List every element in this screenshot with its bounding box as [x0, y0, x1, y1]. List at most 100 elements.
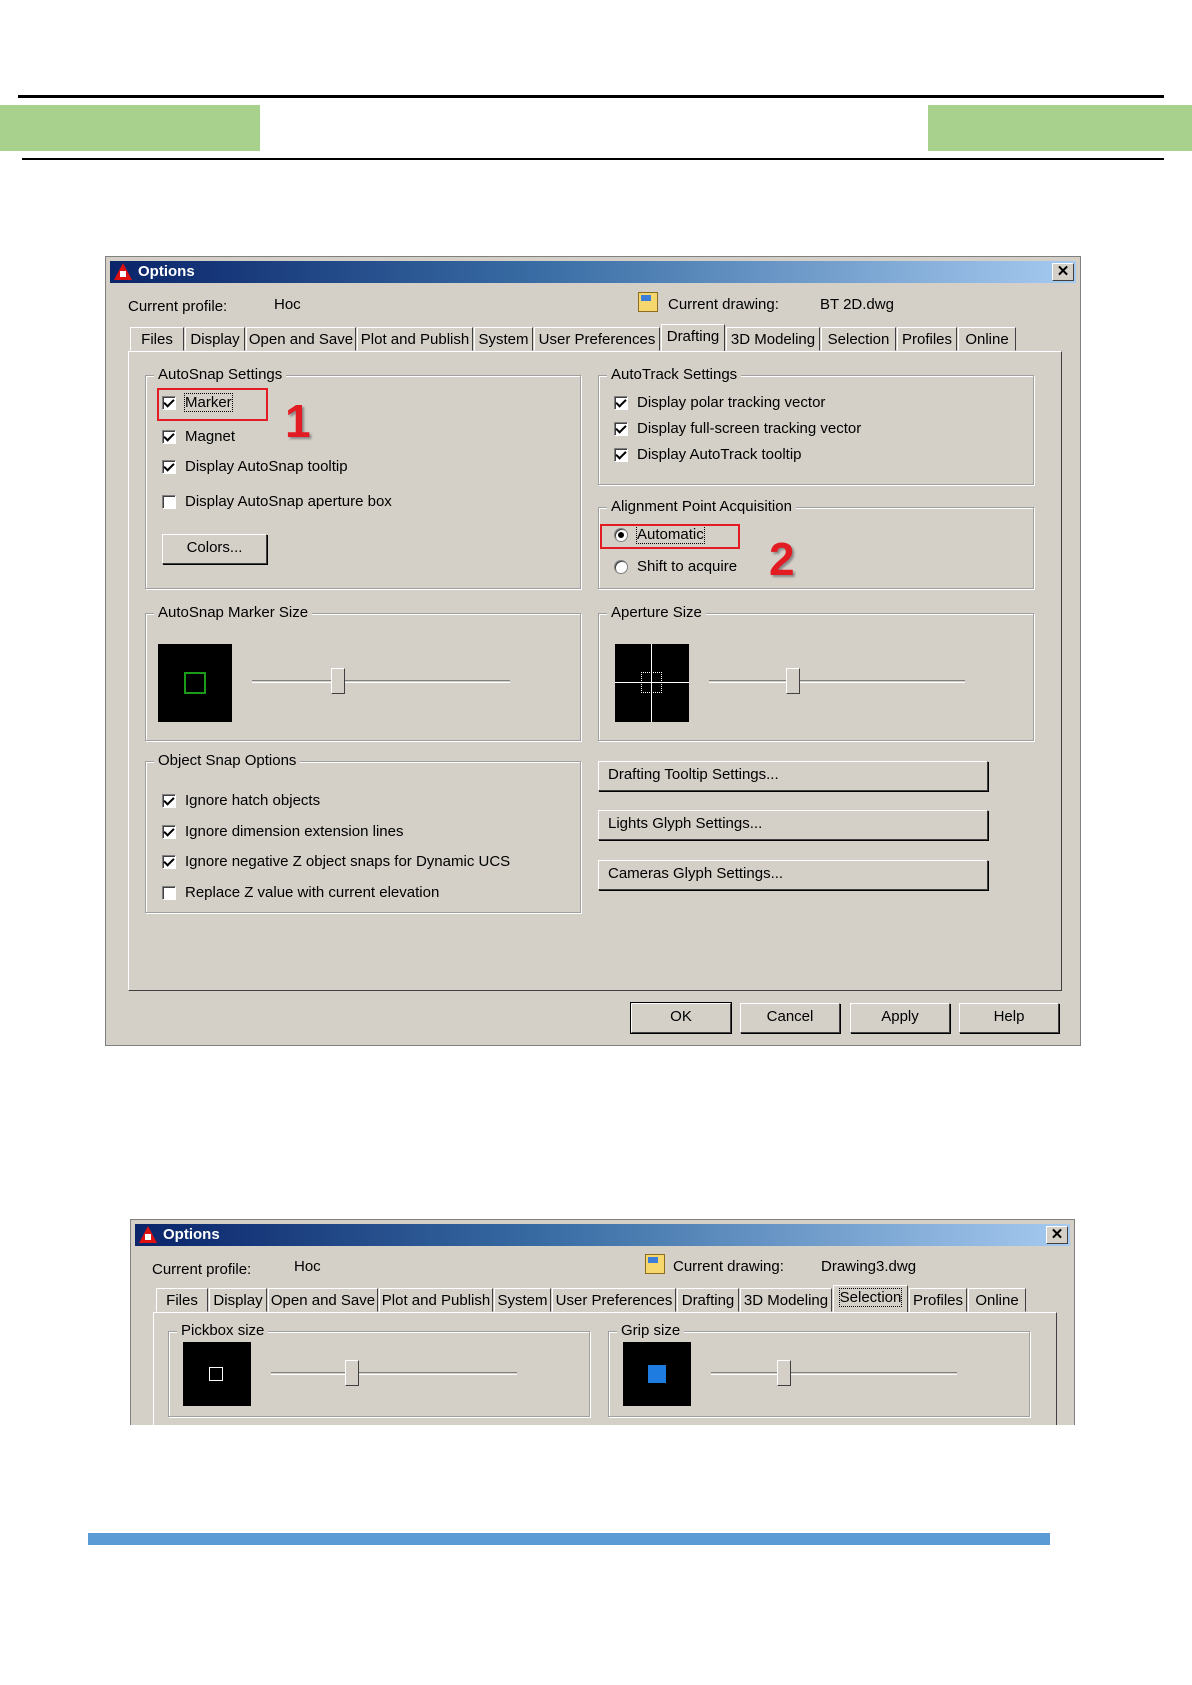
tab-open-and-save[interactable]: Open and Save: [246, 327, 356, 351]
annotation-number-1: 1: [285, 395, 311, 447]
current-drawing-label: Current drawing:: [668, 296, 779, 313]
close-icon: ✕: [1056, 263, 1070, 280]
dialog-title: Options: [138, 263, 195, 280]
options-tabs: Files Display Open and Save Plot and Pub…: [156, 1285, 1056, 1312]
magnet-checkbox[interactable]: Magnet: [162, 428, 235, 445]
pickbox-size-slider-track[interactable]: [271, 1372, 517, 1375]
autocad-app-icon: [139, 1226, 157, 1243]
cancel-button[interactable]: Cancel: [740, 1003, 840, 1033]
autocad-app-icon: [114, 263, 132, 280]
replace-z-checkbox[interactable]: Replace Z value with current elevation: [162, 884, 439, 901]
close-icon: ✕: [1050, 1226, 1064, 1243]
colors-button[interactable]: Colors...: [162, 534, 267, 564]
aperture-box-checkbox[interactable]: Display AutoSnap aperture box: [162, 493, 392, 510]
marker-size-slider-track[interactable]: [252, 680, 510, 683]
marker-square-icon: [184, 672, 206, 694]
tab-selection[interactable]: Selection: [833, 1285, 908, 1312]
options-tabs: Files Display Open and Save Plot and Pub…: [130, 324, 1060, 351]
tab-user-preferences[interactable]: User Preferences: [534, 327, 660, 351]
tab-drafting[interactable]: Drafting: [677, 1288, 739, 1312]
header-right-band: [928, 105, 1192, 151]
pickbox-preview: [183, 1342, 251, 1406]
grip-square-icon: [648, 1365, 666, 1383]
tab-plot-and-publish[interactable]: Plot and Publish: [357, 327, 473, 351]
marker-size-group: AutoSnap Marker Size: [145, 604, 581, 741]
tab-3d-modeling[interactable]: 3D Modeling: [740, 1288, 832, 1312]
drafting-tooltip-settings-button[interactable]: Drafting Tooltip Settings...: [598, 761, 988, 791]
drawing-file-icon: [645, 1254, 665, 1274]
options-dialog-drafting: Options ✕ Current profile: Hoc Current d…: [105, 256, 1081, 1046]
help-button[interactable]: Help: [959, 1003, 1059, 1033]
polar-tracking-checkbox[interactable]: Display polar tracking vector: [614, 394, 825, 411]
current-profile-value: Hoc: [294, 1258, 321, 1275]
tab-plot-and-publish[interactable]: Plot and Publish: [379, 1288, 493, 1312]
ignore-dimension-checkbox[interactable]: Ignore dimension extension lines: [162, 823, 403, 840]
header-top-rule: [18, 95, 1164, 98]
tab-selection[interactable]: Selection: [821, 327, 896, 351]
ignore-hatch-checkbox[interactable]: Ignore hatch objects: [162, 792, 320, 809]
grip-size-title: Grip size: [617, 1322, 685, 1339]
grip-preview: [623, 1342, 691, 1406]
header-bottom-rule: [22, 158, 1164, 160]
automatic-highlight-box: [600, 524, 740, 549]
current-drawing-value: BT 2D.dwg: [820, 296, 894, 313]
marker-highlight-box: [157, 388, 268, 421]
tab-3d-modeling[interactable]: 3D Modeling: [726, 327, 820, 351]
current-drawing-label: Current drawing:: [673, 1258, 784, 1275]
autosnap-tooltip-checkbox[interactable]: Display AutoSnap tooltip: [162, 458, 348, 475]
tab-files[interactable]: Files: [156, 1288, 208, 1312]
alignment-point-title: Alignment Point Acquisition: [607, 498, 796, 515]
aperture-box-icon: [641, 672, 662, 693]
current-profile-label: Current profile:: [152, 1261, 252, 1278]
tab-online[interactable]: Online: [968, 1288, 1026, 1312]
pickbox-size-slider-thumb[interactable]: [345, 1360, 359, 1386]
aperture-size-slider-track[interactable]: [709, 680, 965, 683]
tab-system[interactable]: System: [474, 327, 533, 351]
tab-drafting[interactable]: Drafting: [661, 324, 725, 351]
current-drawing-value: Drawing3.dwg: [821, 1258, 917, 1275]
ok-button[interactable]: OK: [630, 1002, 732, 1034]
aperture-box-label: Display AutoSnap aperture box: [185, 493, 392, 510]
tab-user-preferences[interactable]: User Preferences: [552, 1288, 676, 1312]
object-snap-options-title: Object Snap Options: [154, 752, 301, 769]
dialog2-titlebar[interactable]: Options ✕: [135, 1224, 1070, 1246]
drawing-file-icon: [638, 292, 658, 312]
autotrack-tooltip-checkbox[interactable]: Display AutoTrack tooltip: [614, 446, 802, 463]
close-button[interactable]: ✕: [1052, 263, 1074, 281]
marker-size-title: AutoSnap Marker Size: [154, 604, 313, 621]
magnet-label: Magnet: [185, 428, 236, 445]
drafting-panel: AutoSnap Settings Marker Magnet Display …: [128, 351, 1062, 991]
autotrack-settings-title: AutoTrack Settings: [607, 366, 742, 383]
lights-glyph-settings-button[interactable]: Lights Glyph Settings...: [598, 810, 988, 840]
cameras-glyph-settings-button[interactable]: Cameras Glyph Settings...: [598, 860, 988, 890]
tab-open-and-save[interactable]: Open and Save: [268, 1288, 378, 1312]
tab-display[interactable]: Display: [209, 1288, 267, 1312]
grip-size-slider-thumb[interactable]: [777, 1360, 791, 1386]
footer-blue-band: [88, 1533, 1050, 1545]
tab-online[interactable]: Online: [958, 327, 1016, 351]
dialog-titlebar[interactable]: Options ✕: [110, 261, 1076, 283]
pickbox-square-icon: [209, 1367, 223, 1381]
selection-panel: Pickbox size Grip size: [153, 1312, 1057, 1425]
shift-to-acquire-radio[interactable]: Shift to acquire: [614, 558, 737, 575]
ignore-negative-z-checkbox[interactable]: Ignore negative Z object snaps for Dynam…: [162, 853, 510, 870]
options-dialog-selection: Options ✕ Current profile: Hoc Current d…: [130, 1219, 1075, 1425]
fullscreen-tracking-checkbox[interactable]: Display full-screen tracking vector: [614, 420, 861, 437]
marker-size-slider-thumb[interactable]: [331, 668, 345, 694]
apply-button[interactable]: Apply: [850, 1003, 950, 1033]
close-button[interactable]: ✕: [1046, 1226, 1068, 1244]
aperture-size-title: Aperture Size: [607, 604, 706, 621]
object-snap-options-group: Object Snap Options Ignore hatch objects…: [145, 752, 581, 913]
tab-files[interactable]: Files: [130, 327, 184, 351]
header-left-band: [0, 105, 260, 151]
aperture-preview: [615, 644, 689, 722]
grip-size-slider-track[interactable]: [711, 1372, 957, 1375]
tab-profiles[interactable]: Profiles: [897, 327, 957, 351]
autosnap-settings-title: AutoSnap Settings: [154, 366, 287, 383]
tab-display[interactable]: Display: [185, 327, 245, 351]
dialog2-title: Options: [163, 1226, 220, 1243]
autosnap-tooltip-label: Display AutoSnap tooltip: [185, 458, 348, 475]
aperture-size-slider-thumb[interactable]: [786, 668, 800, 694]
tab-profiles[interactable]: Profiles: [909, 1288, 967, 1312]
tab-system[interactable]: System: [494, 1288, 551, 1312]
